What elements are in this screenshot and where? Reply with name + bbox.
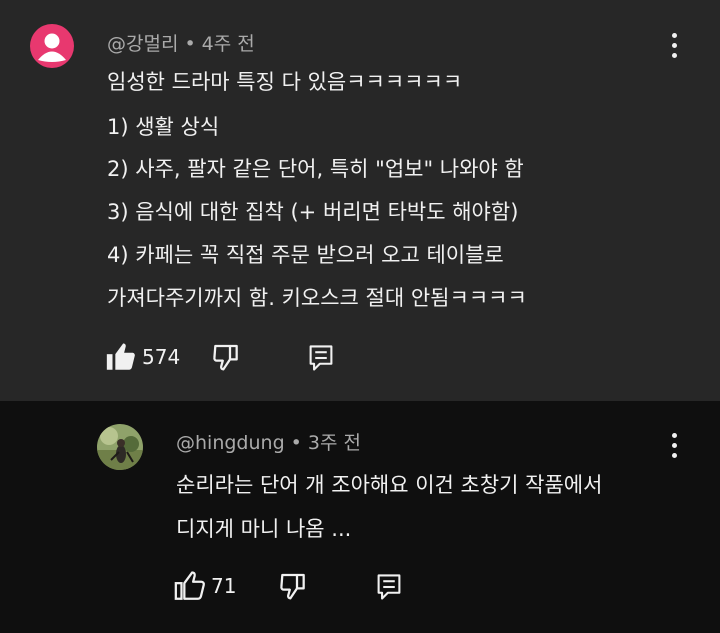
like-button[interactable]: 71	[173, 569, 236, 603]
reply-button[interactable]	[375, 571, 403, 603]
author-name[interactable]: @hingdung	[176, 432, 285, 454]
thumb-up-outline-icon	[174, 571, 205, 600]
comment-text-line: 3) 음식에 대한 집착 (+ 버리면 타박도 해야함)	[107, 200, 519, 224]
like-count: 574	[142, 345, 181, 369]
comment-text-line: 1) 생활 상식	[107, 115, 220, 139]
user-photo-icon	[97, 424, 143, 470]
avatar[interactable]	[97, 424, 143, 470]
avatar[interactable]	[30, 24, 74, 68]
comment-time[interactable]: 3주 전	[308, 432, 361, 454]
thumb-down-outline-icon	[213, 344, 238, 371]
comment-text-line: 2) 사주, 팔자 같은 단어, 특히 "업보" 나와야 함	[107, 157, 524, 181]
reply-comment: @hingdung • 3주 전 순리라는 단어 개 조아해요 이건 초창기 작품에…	[0, 401, 720, 633]
more-options-button[interactable]	[664, 33, 684, 61]
thumb-down-outline-icon	[280, 573, 305, 600]
reply-button[interactable]	[307, 342, 335, 374]
comment-text-line: 순리라는 단어 개 조아해요 이건 초창기 작품에서	[176, 473, 603, 497]
comment-meta: @강멀리 • 4주 전	[107, 33, 255, 55]
comment-thread: @강멀리 • 4주 전 임성한 드라마 특징 다 있음ㅋㅋㅋㅋㅋㅋ 1) 생활 상식…	[0, 0, 720, 401]
dislike-button[interactable]	[210, 341, 242, 375]
comment-meta: @hingdung • 3주 전	[176, 432, 361, 454]
more-options-button[interactable]	[664, 433, 684, 461]
reply-comment-icon	[377, 574, 401, 600]
author-name[interactable]: @강멀리	[107, 33, 178, 55]
default-avatar-icon	[38, 33, 66, 62]
reply-comment-icon	[309, 345, 333, 371]
like-button[interactable]: 574	[104, 340, 180, 374]
comment-text-line: 가져다주기까지 함. 키오스크 절대 안됨ㅋㅋㅋㅋ	[107, 286, 527, 310]
like-count: 71	[211, 574, 237, 598]
comment-text-line: 4) 카페는 꼭 직접 주문 받으러 오고 테이블로	[107, 243, 504, 267]
comment-time[interactable]: 4주 전	[202, 33, 255, 55]
comment-text-line: 임성한 드라마 특징 다 있음ㅋㅋㅋㅋㅋㅋ	[107, 70, 463, 94]
dislike-button[interactable]	[277, 570, 309, 604]
comment-text-line: 디지게 마니 나옴 ...	[176, 517, 352, 541]
thumb-up-filled-icon	[106, 343, 135, 370]
